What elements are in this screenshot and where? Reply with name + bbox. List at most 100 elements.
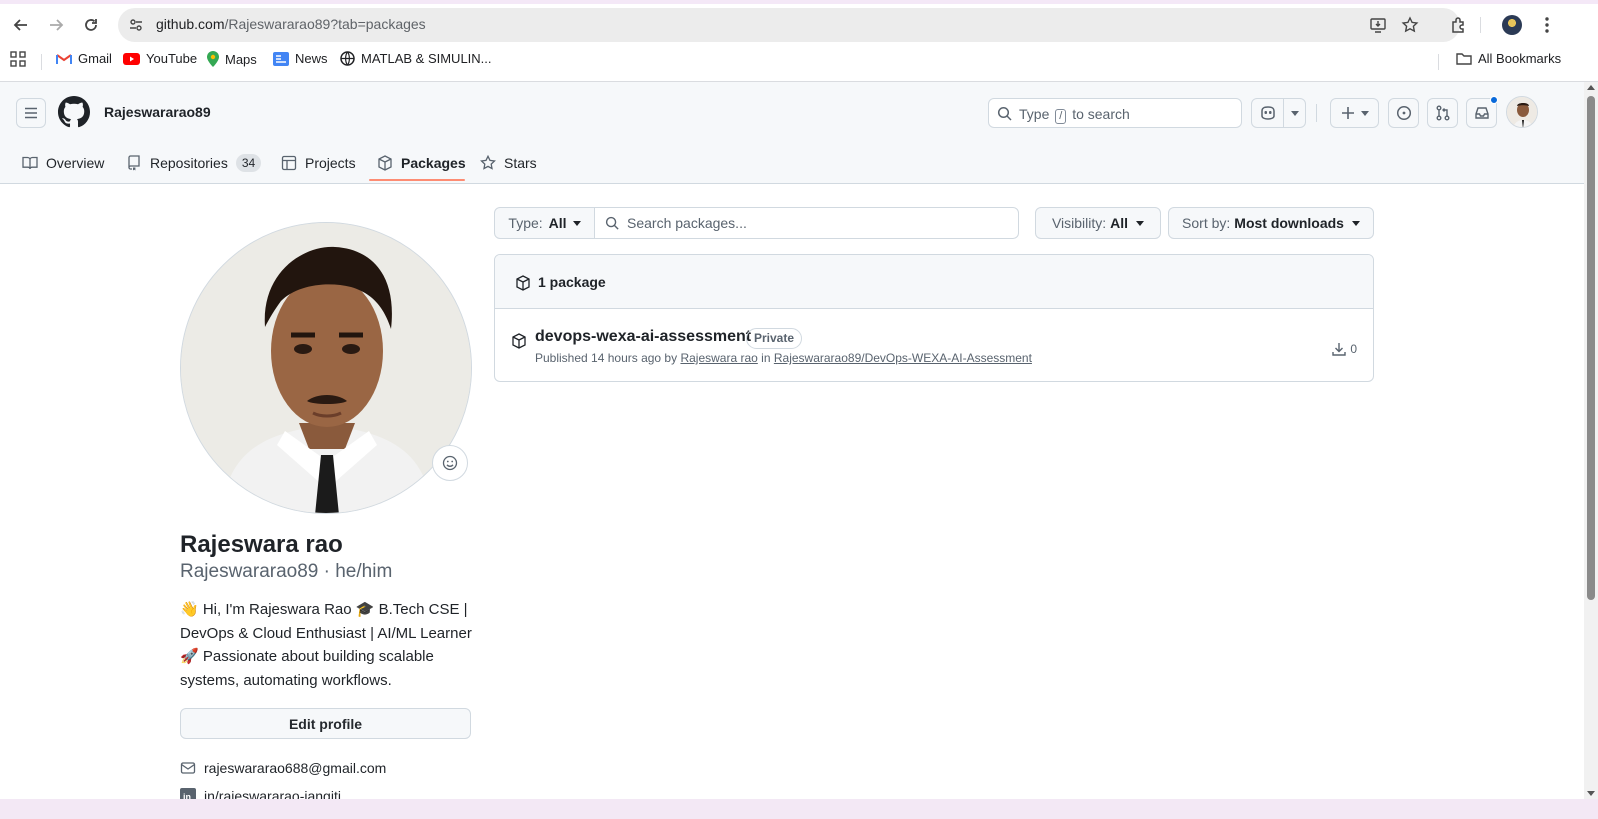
in-text: in (761, 351, 771, 365)
tab-label: Stars (504, 155, 537, 171)
smiley-icon (442, 455, 458, 471)
browser-toolbar: github.com/Rajeswararao89?tab=packages G… (0, 0, 1598, 82)
caret-down-icon (572, 220, 581, 226)
package-icon (512, 333, 526, 349)
all-bookmarks-button[interactable]: All Bookmarks (1456, 51, 1561, 66)
package-search-input[interactable] (627, 213, 1007, 233)
tab-overview[interactable]: Overview (22, 142, 104, 184)
package-icon (378, 155, 392, 171)
profile-button[interactable] (1499, 12, 1525, 38)
visibility-filter-button[interactable]: Visibility: All (1035, 207, 1161, 239)
type-filter-prefix: Type: (508, 215, 543, 231)
profile-bio: 👋 Hi, I'm Rajeswara Rao 🎓 B.Tech CSE | D… (180, 601, 472, 689)
star-icon (480, 155, 496, 170)
pull-requests-button[interactable] (1427, 98, 1458, 128)
bookmark-label: News (295, 51, 328, 66)
forward-arrow-icon (50, 19, 64, 31)
folder-icon (1456, 53, 1472, 65)
global-search-input[interactable]: Type / to search (988, 98, 1242, 128)
type-filter-button[interactable]: Type: All (494, 207, 595, 239)
bookmark-matlab[interactable]: MATLAB & SIMULIN... (340, 51, 492, 66)
active-tab-underline (369, 179, 465, 181)
global-menu-button[interactable] (16, 98, 46, 128)
profile-avatar[interactable] (180, 222, 472, 514)
browser-menu-button[interactable] (1534, 12, 1560, 38)
profile-photo (181, 223, 471, 513)
youtube-icon (123, 52, 140, 65)
edit-profile-button[interactable]: Edit profile (180, 708, 471, 739)
header-username[interactable]: Rajeswararao89 (104, 104, 211, 120)
gmail-icon (56, 53, 72, 64)
apps-grid-button[interactable] (10, 51, 26, 67)
bookmark-maps[interactable]: Maps (207, 51, 257, 67)
news-icon (273, 51, 289, 66)
tab-projects[interactable]: Projects (281, 142, 356, 184)
profile-name: Rajeswara rao (180, 531, 343, 558)
header-divider (1316, 104, 1317, 122)
toolbar-divider (1480, 17, 1481, 33)
set-status-button[interactable] (432, 445, 468, 481)
reload-button[interactable] (78, 12, 104, 38)
tab-label: Overview (46, 155, 105, 171)
install-app-icon[interactable] (1368, 15, 1388, 35)
bookmark-youtube[interactable]: YouTube (123, 51, 197, 66)
bookmarks-divider (1438, 54, 1439, 70)
bookmark-news[interactable]: News (273, 51, 328, 66)
bookmark-star-icon[interactable] (1400, 15, 1420, 35)
tab-repositories[interactable]: Repositories 34 (126, 142, 262, 184)
github-header: Rajeswararao89 Type / to search Overview… (0, 82, 1584, 184)
book-icon (22, 156, 38, 170)
back-arrow-icon (13, 19, 27, 31)
inbox-icon (1474, 107, 1489, 119)
scroll-thumb[interactable] (1587, 96, 1595, 600)
copilot-button[interactable] (1251, 98, 1284, 128)
site-info-icon[interactable] (126, 15, 146, 35)
profile-email[interactable]: rajeswararao688@gmail.com (180, 760, 386, 776)
issues-button[interactable] (1388, 98, 1419, 128)
scroll-down-arrow-icon[interactable] (1587, 791, 1595, 796)
pull-request-icon (1436, 105, 1449, 121)
reload-icon (85, 19, 97, 31)
package-name-link[interactable]: devops-wexa-ai-assessment (535, 328, 751, 346)
package-count: 1 package (538, 274, 606, 290)
repo-icon (128, 155, 140, 171)
repository-link[interactable]: Rajeswararao89/DevOps-WEXA-AI-Assessment (774, 351, 1032, 365)
scroll-up-arrow-icon[interactable] (1587, 85, 1595, 90)
bookmark-gmail[interactable]: Gmail (56, 51, 112, 66)
extensions-icon[interactable] (1446, 12, 1472, 38)
copilot-dropdown-button[interactable] (1283, 98, 1306, 128)
issue-icon (1396, 105, 1411, 121)
tab-packages[interactable]: Packages (377, 142, 466, 184)
tab-label: Repositories (150, 155, 228, 171)
caret-down-icon (1136, 220, 1145, 226)
tab-stars[interactable]: Stars (480, 142, 537, 184)
visibility-badge: Private (746, 328, 803, 349)
published-text: Published 14 hours ago by (535, 351, 678, 365)
bookmark-label: Gmail (78, 51, 112, 66)
forward-button[interactable] (43, 12, 69, 38)
github-logo-icon[interactable] (58, 96, 90, 128)
packages-list-header: 1 package (495, 255, 1373, 309)
package-search-field[interactable] (594, 207, 1019, 239)
sort-button[interactable]: Sort by: Most downloads (1168, 207, 1374, 239)
user-avatar-button[interactable] (1506, 96, 1538, 128)
caret-down-icon (1360, 110, 1369, 116)
url-text[interactable]: github.com/Rajeswararao89?tab=packages (156, 16, 426, 32)
back-button[interactable] (8, 12, 34, 38)
download-count: 0 (1331, 341, 1357, 357)
sort-value: Most downloads (1234, 215, 1344, 231)
page-scrollbar[interactable] (1584, 82, 1598, 799)
download-icon (1332, 343, 1347, 356)
tab-label: Projects (305, 155, 356, 171)
address-bar[interactable]: github.com/Rajeswararao89?tab=packages (118, 8, 1460, 42)
packages-list: 1 package devops-wexa-ai-assessment Priv… (494, 254, 1374, 382)
create-new-button[interactable] (1330, 98, 1379, 128)
tab-strip (0, 0, 1598, 4)
author-link[interactable]: Rajeswara rao (680, 351, 757, 365)
caret-down-icon (1290, 110, 1299, 116)
url-host: github.com (156, 16, 225, 32)
caret-down-icon (1351, 220, 1360, 226)
sort-prefix: Sort by: (1182, 215, 1231, 231)
url-path: /Rajeswararao89?tab=packages (224, 16, 426, 32)
avatar (1507, 97, 1537, 127)
